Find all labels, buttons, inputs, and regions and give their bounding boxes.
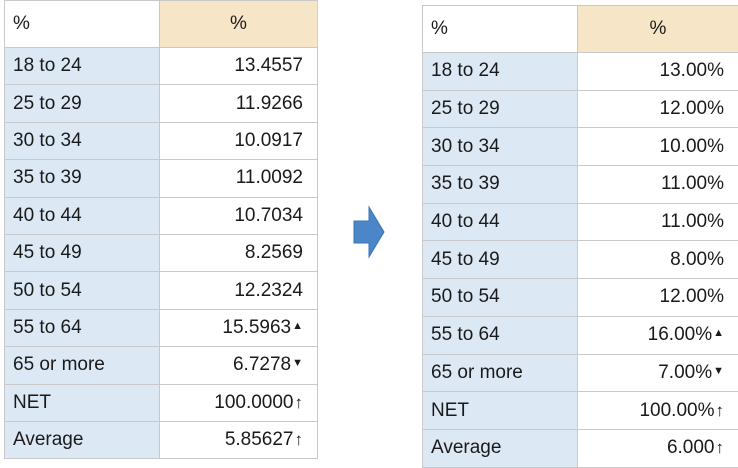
table-row: Average5.85627↑ [5, 421, 318, 458]
row-value: 7.00%▼ [578, 354, 738, 392]
row-label: 45 to 49 [5, 234, 160, 271]
row-label: 30 to 34 [5, 122, 160, 159]
table-row: 65 or more6.7278▼ [5, 347, 318, 384]
value-text: 100.0000 [214, 392, 293, 413]
row-label: 35 to 39 [5, 160, 160, 197]
row-value: 12.00% [578, 279, 738, 317]
row-label: 40 to 44 [423, 203, 578, 241]
table-row: 50 to 5412.00% [423, 279, 738, 317]
row-label: 55 to 64 [5, 309, 160, 346]
table-row: 18 to 2413.4557 [5, 48, 318, 85]
value-text: 6.7278 [233, 354, 291, 375]
table-header-row: % % [5, 1, 318, 48]
up-arrow-icon: ↑ [295, 430, 304, 450]
row-value: 13.4557 [160, 48, 318, 85]
row-value: 11.00% [578, 166, 738, 204]
row-label: Average [423, 429, 578, 467]
table-row: 25 to 2911.9266 [5, 85, 318, 122]
row-label: 18 to 24 [5, 48, 160, 85]
table-row: 45 to 498.00% [423, 241, 738, 279]
row-label: Average [5, 421, 160, 458]
row-value: 11.0092 [160, 160, 318, 197]
row-label: 25 to 29 [423, 90, 578, 128]
row-value: 10.00% [578, 128, 738, 166]
arrow-right-icon [353, 205, 385, 259]
table-row: 30 to 3410.00% [423, 128, 738, 166]
table-row: 40 to 4410.7034 [5, 197, 318, 234]
table-row: 65 or more7.00%▼ [423, 354, 738, 392]
row-value: 6.000↑ [578, 429, 738, 467]
value-text: 15.5963 [222, 317, 291, 338]
header-label-cell: % [5, 1, 160, 48]
left-table: % % 18 to 2413.4557 25 to 2911.9266 30 t… [4, 0, 318, 459]
row-label: 45 to 49 [423, 241, 578, 279]
row-value: 12.00% [578, 90, 738, 128]
row-label: 50 to 54 [5, 272, 160, 309]
value-text: 7.00% [658, 362, 712, 383]
row-label: 65 or more [5, 347, 160, 384]
row-value: 10.7034 [160, 197, 318, 234]
row-value: 12.2324 [160, 272, 318, 309]
table-header-row: % % [423, 6, 738, 53]
value-text: 6.000 [667, 437, 715, 458]
row-value: 11.00% [578, 203, 738, 241]
up-arrow-icon: ↑ [716, 401, 725, 421]
row-label: 18 to 24 [423, 53, 578, 91]
table-row: 40 to 4411.00% [423, 203, 738, 241]
row-value: 8.00% [578, 241, 738, 279]
row-value: 8.2569 [160, 234, 318, 271]
row-value: 100.00%↑ [578, 392, 738, 430]
value-text: 16.00% [648, 324, 712, 345]
row-label: 50 to 54 [423, 279, 578, 317]
up-arrow-icon: ↑ [716, 438, 725, 458]
row-value: 15.5963▲ [160, 309, 318, 346]
down-small-icon: ▼ [292, 357, 303, 369]
up-small-icon: ▲ [713, 327, 724, 339]
table-row: 30 to 3410.0917 [5, 122, 318, 159]
table-row: 55 to 6416.00%▲ [423, 316, 738, 354]
row-label: 35 to 39 [423, 166, 578, 204]
table-row: 50 to 5412.2324 [5, 272, 318, 309]
value-text: 100.00% [639, 400, 714, 421]
row-value: 16.00%▲ [578, 316, 738, 354]
table-row: Average6.000↑ [423, 429, 738, 467]
row-label: NET [5, 384, 160, 421]
row-value: 13.00% [578, 53, 738, 91]
up-small-icon: ▲ [292, 320, 303, 332]
row-value: 5.85627↑ [160, 421, 318, 458]
table-row: 35 to 3911.00% [423, 166, 738, 204]
table-row: 18 to 2413.00% [423, 53, 738, 91]
table-row: 25 to 2912.00% [423, 90, 738, 128]
row-label: 30 to 34 [423, 128, 578, 166]
row-label: 65 or more [423, 354, 578, 392]
row-label: 55 to 64 [423, 316, 578, 354]
header-value-cell: % [578, 6, 738, 53]
row-value: 11.9266 [160, 85, 318, 122]
row-label: 40 to 44 [5, 197, 160, 234]
row-label: NET [423, 392, 578, 430]
table-row: 45 to 498.2569 [5, 234, 318, 271]
table-row: 35 to 3911.0092 [5, 160, 318, 197]
value-text: 5.85627 [225, 429, 294, 450]
header-value-cell: % [160, 1, 318, 48]
header-label-cell: % [423, 6, 578, 53]
table-row: NET100.0000↑ [5, 384, 318, 421]
row-label: 25 to 29 [5, 85, 160, 122]
table-row: NET100.00%↑ [423, 392, 738, 430]
up-arrow-icon: ↑ [295, 393, 304, 413]
row-value: 6.7278▼ [160, 347, 318, 384]
down-small-icon: ▼ [713, 365, 724, 377]
row-value: 100.0000↑ [160, 384, 318, 421]
right-table: % % 18 to 2413.00% 25 to 2912.00% 30 to … [422, 5, 738, 468]
row-value: 10.0917 [160, 122, 318, 159]
table-row: 55 to 6415.5963▲ [5, 309, 318, 346]
